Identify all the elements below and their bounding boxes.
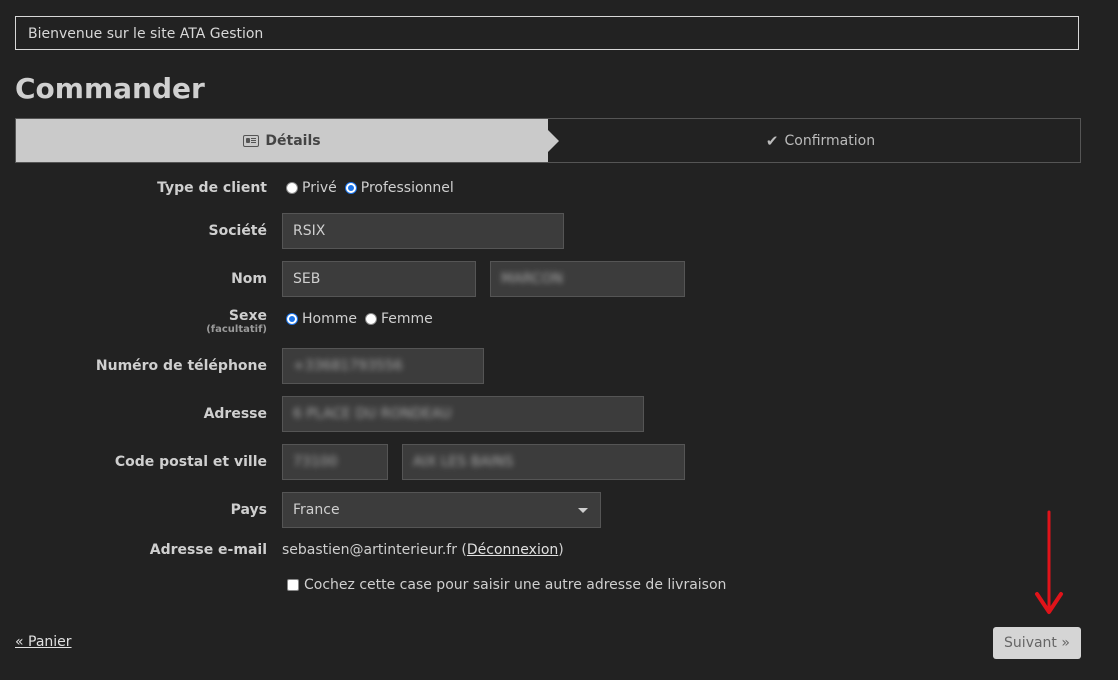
step-details-label: Détails <box>265 132 321 149</box>
email-value: sebastien@artinterieur.fr <box>282 542 457 558</box>
delivery-checkbox-label: Cochez cette case pour saisir une autre … <box>304 577 727 593</box>
client-type-radios: Privé Professionnel <box>286 180 458 196</box>
chevron-down-icon <box>578 508 588 513</box>
pays-select[interactable]: France <box>282 492 601 528</box>
radio-femme[interactable] <box>364 313 377 325</box>
radio-professionnel[interactable] <box>344 182 357 194</box>
email-label: Adresse e-mail <box>149 542 267 558</box>
radio-professionnel-label: Professionnel <box>360 180 454 196</box>
welcome-banner: Bienvenue sur le site ATA Gestion <box>15 16 1079 50</box>
societe-input[interactable]: RSIX <box>282 213 564 249</box>
ville-input[interactable]: AIX LES BAINS <box>402 444 685 480</box>
step-details[interactable]: Détails <box>16 119 559 162</box>
pays-label: Pays <box>230 502 267 518</box>
ville-value: AIX LES BAINS <box>413 454 514 470</box>
logout-link[interactable]: Déconnexion <box>467 542 558 558</box>
delivery-checkbox[interactable] <box>287 579 299 591</box>
radio-homme-label: Homme <box>302 311 357 327</box>
sexe-label: Sexe (facultatif) <box>206 308 267 336</box>
code-postal-value: 73100 <box>293 454 338 470</box>
pays-value: France <box>293 502 340 518</box>
annotation-arrow-icon <box>1035 510 1063 614</box>
first-name-input[interactable]: SEB <box>282 261 476 297</box>
last-name-input[interactable]: MARCON <box>490 261 685 297</box>
radio-prive[interactable] <box>286 182 298 194</box>
telephone-label: Numéro de téléphone <box>95 358 267 374</box>
adresse-input[interactable]: 6 PLACE DU RONDEAU <box>282 396 644 432</box>
checkout-steps: Détails ✔ Confirmation <box>15 118 1081 163</box>
step-confirmation[interactable]: ✔ Confirmation <box>561 119 1080 162</box>
check-icon: ✔ <box>765 131 779 150</box>
client-type-label: Type de client <box>157 180 267 196</box>
telephone-input[interactable]: +33681793556 <box>282 348 484 384</box>
id-card-icon <box>243 134 260 147</box>
last-name-value: MARCON <box>501 271 563 287</box>
adresse-value: 6 PLACE DU RONDEAU <box>293 406 452 422</box>
radio-femme-label: Femme <box>380 311 433 327</box>
radio-homme[interactable] <box>286 313 298 325</box>
sexe-radios: Homme Femme <box>286 311 437 327</box>
delivery-option: Cochez cette case pour saisir une autre … <box>287 577 726 593</box>
adresse-label: Adresse <box>203 406 267 422</box>
radio-prive-label: Privé <box>302 180 337 196</box>
page-title: Commander <box>15 72 205 105</box>
step-confirmation-label: Confirmation <box>784 132 876 149</box>
sexe-sublabel: (facultatif) <box>206 324 267 335</box>
societe-label: Société <box>208 223 267 239</box>
code-postal-input[interactable]: 73100 <box>282 444 388 480</box>
telephone-value: +33681793556 <box>293 358 403 374</box>
nom-label: Nom <box>231 271 267 287</box>
sexe-label-text: Sexe <box>228 308 267 324</box>
email-line: sebastien@artinterieur.fr (Déconnexion) <box>282 542 564 558</box>
code-postal-ville-label: Code postal et ville <box>114 454 267 470</box>
back-to-cart-link[interactable]: « Panier <box>15 634 72 650</box>
next-button[interactable]: Suivant » <box>993 627 1081 659</box>
logout-close-paren: ) <box>558 542 564 558</box>
